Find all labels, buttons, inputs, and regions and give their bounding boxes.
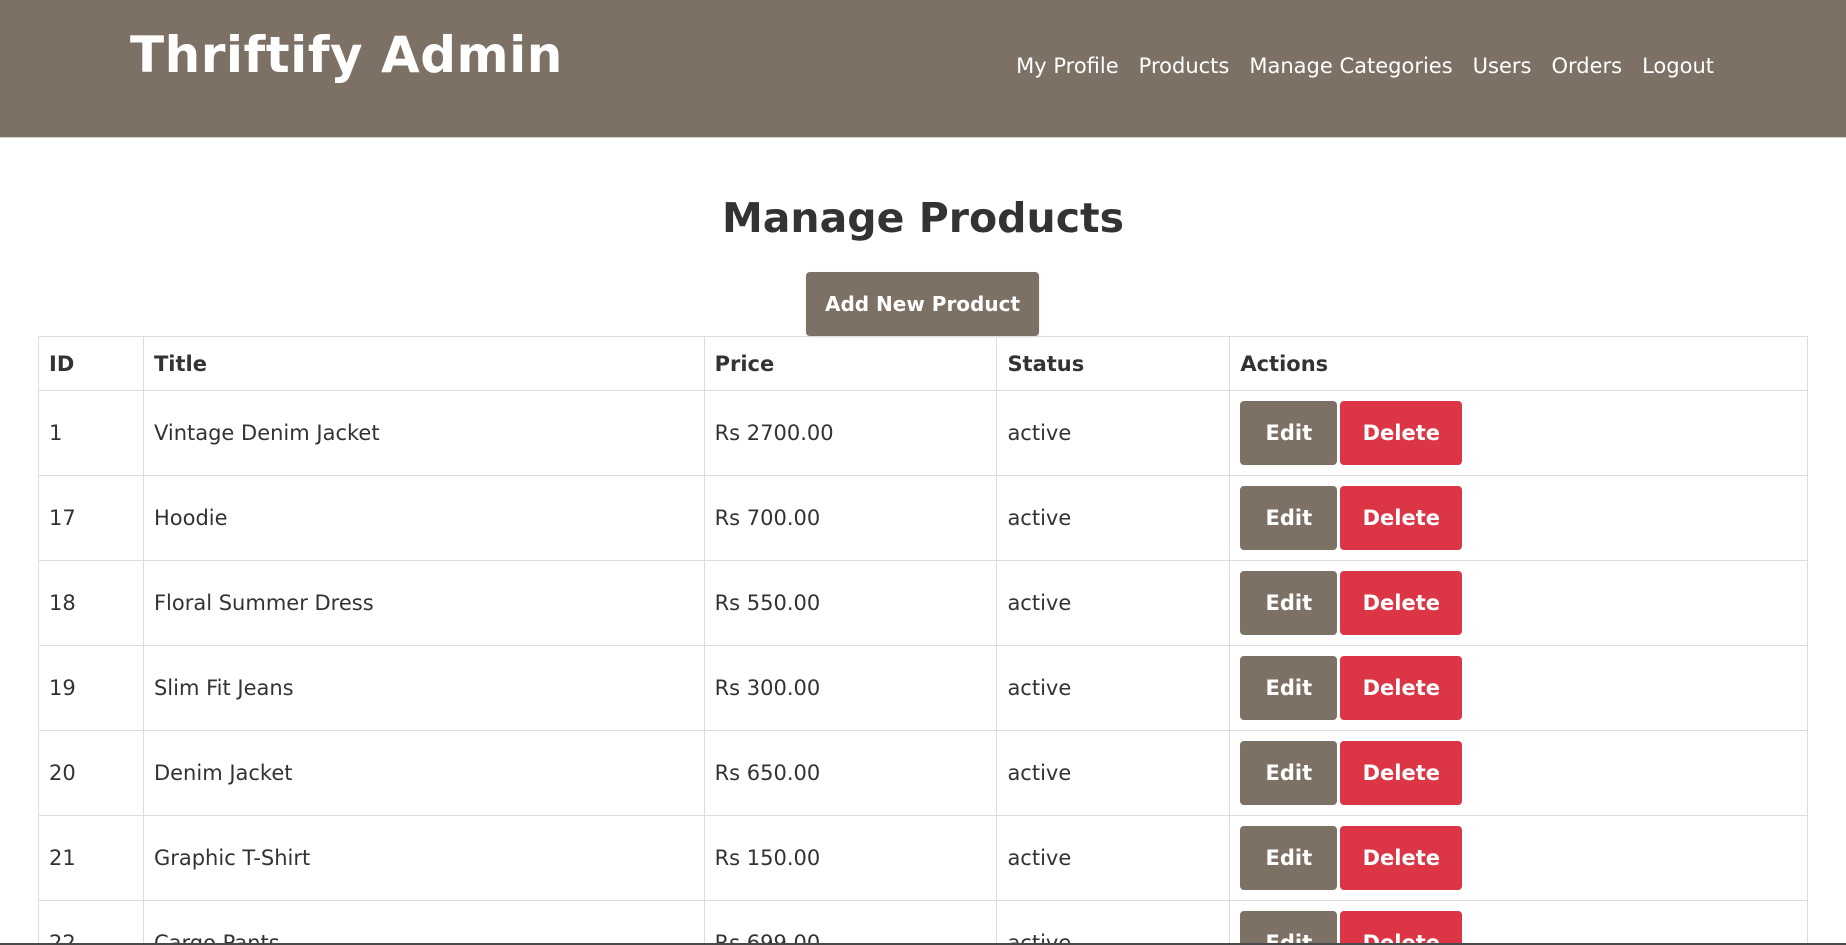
column-header-title: Title (142, 336, 705, 391)
cell-id: 17 (38, 475, 144, 561)
column-header-id: ID (38, 336, 144, 391)
delete-button[interactable]: Delete (1340, 486, 1463, 550)
cell-price: Rs 300.00 (703, 645, 998, 731)
cell-id: 18 (38, 560, 144, 646)
main-nav: My Profile Products Manage Categories Us… (1016, 54, 1714, 78)
cell-id: 1 (38, 390, 144, 476)
delete-button[interactable]: Delete (1340, 656, 1463, 720)
cell-price: Rs 2700.00 (703, 390, 998, 476)
cell-price: Rs 650.00 (703, 730, 998, 816)
table-header: ID Title Price Status Actions (38, 336, 1808, 391)
edit-button[interactable]: Edit (1240, 401, 1338, 465)
cell-actions: Edit Delete (1229, 730, 1808, 816)
cell-actions: Edit Delete (1229, 475, 1808, 561)
cell-title: Graphic T-Shirt (142, 815, 705, 901)
table-row: 19 Slim Fit Jeans Rs 300.00 active Edit D… (38, 645, 1808, 731)
cell-actions: Edit Delete (1229, 560, 1808, 646)
edit-button[interactable]: Edit (1240, 826, 1338, 890)
cell-price: Rs 150.00 (703, 815, 998, 901)
nav-logout[interactable]: Logout (1642, 54, 1714, 78)
edit-button[interactable]: Edit (1240, 486, 1338, 550)
cell-id: 20 (38, 730, 144, 816)
cell-status: active (996, 475, 1231, 561)
edit-button[interactable]: Edit (1240, 656, 1338, 720)
delete-button[interactable]: Delete (1340, 911, 1463, 945)
cell-status: active (996, 560, 1231, 646)
nav-users[interactable]: Users (1473, 54, 1532, 78)
column-header-price: Price (703, 336, 998, 391)
cell-title: Denim Jacket (142, 730, 705, 816)
column-header-actions: Actions (1229, 336, 1808, 391)
cell-price: Rs 699.00 (703, 900, 998, 945)
cell-actions: Edit Delete (1229, 900, 1808, 945)
delete-button[interactable]: Delete (1340, 571, 1463, 635)
cell-actions: Edit Delete (1229, 815, 1808, 901)
cell-price: Rs 550.00 (703, 560, 998, 646)
cell-status: active (996, 730, 1231, 816)
cell-title: Slim Fit Jeans (142, 645, 705, 731)
cell-actions: Edit Delete (1229, 390, 1808, 476)
cell-status: active (996, 645, 1231, 731)
nav-my-profile[interactable]: My Profile (1016, 54, 1119, 78)
cell-status: active (996, 390, 1231, 476)
cell-id: 21 (38, 815, 144, 901)
cell-title: Floral Summer Dress (142, 560, 705, 646)
nav-manage-categories[interactable]: Manage Categories (1249, 54, 1452, 78)
cell-actions: Edit Delete (1229, 645, 1808, 731)
brand-title[interactable]: Thriftify Admin (130, 26, 563, 84)
products-table-container[interactable]: ID Title Price Status Actions 1 Vintage … (38, 336, 1808, 945)
add-new-product-button[interactable]: Add New Product (806, 272, 1039, 336)
edit-button[interactable]: Edit (1240, 911, 1338, 945)
cell-id: 22 (38, 900, 144, 945)
cell-title: Hoodie (142, 475, 705, 561)
cell-title: Cargo Pants (142, 900, 705, 945)
cell-id: 19 (38, 645, 144, 731)
nav-products[interactable]: Products (1139, 54, 1230, 78)
table-row: 20 Denim Jacket Rs 650.00 active Edit Del… (38, 730, 1808, 816)
delete-button[interactable]: Delete (1340, 826, 1463, 890)
edit-button[interactable]: Edit (1240, 571, 1338, 635)
delete-button[interactable]: Delete (1340, 401, 1463, 465)
column-header-status: Status (996, 336, 1231, 391)
table-row: 21 Graphic T-Shirt Rs 150.00 active Edit… (38, 815, 1808, 901)
delete-button[interactable]: Delete (1340, 741, 1463, 805)
table-row: 22 Cargo Pants Rs 699.00 active Edit Dele… (38, 900, 1808, 945)
table-row: 1 Vintage Denim Jacket Rs 2700.00 active… (38, 390, 1808, 476)
cell-title: Vintage Denim Jacket (142, 390, 705, 476)
site-header: Thriftify Admin My Profile Products Mana… (0, 0, 1846, 138)
page-title: Manage Products (721, 194, 1125, 242)
table-row: 18 Floral Summer Dress Rs 550.00 active … (38, 560, 1808, 646)
cell-status: active (996, 815, 1231, 901)
nav-orders[interactable]: Orders (1551, 54, 1622, 78)
table-body: 1 Vintage Denim Jacket Rs 2700.00 active… (38, 390, 1808, 945)
cell-status: active (996, 900, 1231, 945)
table-row: 17 Hoodie Rs 700.00 active Edit Delete (38, 475, 1808, 561)
edit-button[interactable]: Edit (1240, 741, 1338, 805)
products-table: ID Title Price Status Actions 1 Vintage … (38, 336, 1808, 945)
cell-price: Rs 700.00 (703, 475, 998, 561)
